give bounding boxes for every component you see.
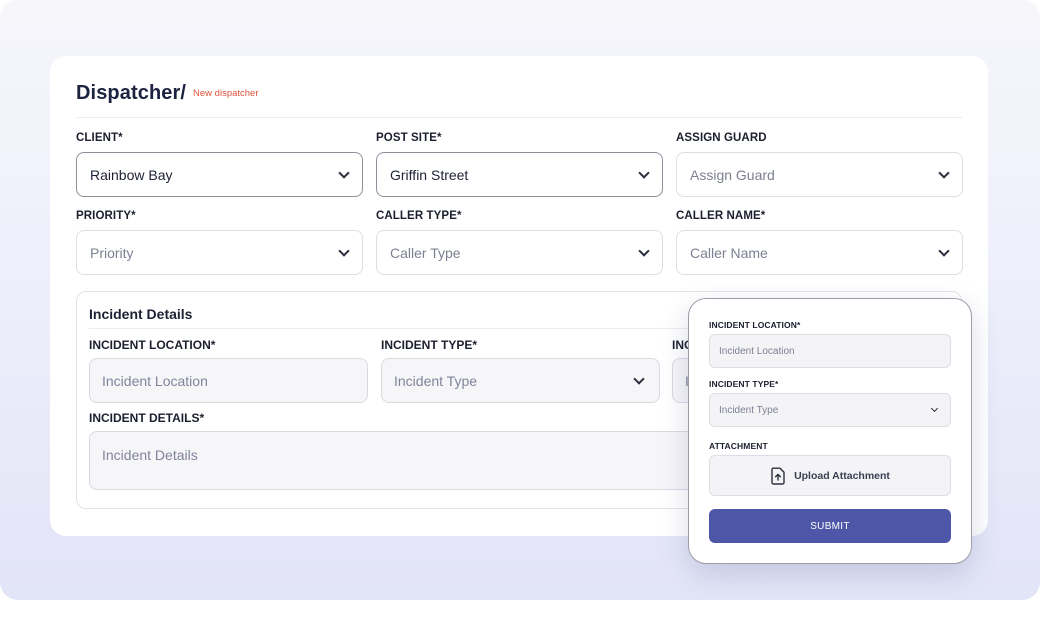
- caller-type-placeholder: Caller Type: [390, 244, 461, 261]
- incident-details-textarea[interactable]: Incident Details: [89, 431, 729, 490]
- incident-type-placeholder: Incident Type: [394, 372, 478, 389]
- page-heading: Dispatcher/ New dispatcher: [76, 82, 259, 105]
- page-title: Dispatcher/: [76, 82, 187, 104]
- popup-incident-type-label: INCIDENT TYPE*: [709, 379, 779, 389]
- incident-type-select[interactable]: Incident Type: [381, 358, 660, 403]
- upload-attachment-label: Upload Attachment: [794, 469, 890, 482]
- submit-button[interactable]: SUBMIT: [709, 509, 951, 543]
- file-upload-icon: [771, 467, 785, 485]
- incident-popup-form: INCIDENT LOCATION* Incident Location INC…: [688, 298, 972, 564]
- chevron-down-icon: [638, 244, 650, 257]
- incident-section-title: Incident Details: [89, 306, 193, 322]
- post-site-value: Griffin Street: [390, 166, 469, 183]
- client-select[interactable]: Rainbow Bay: [76, 152, 363, 197]
- submit-label: SUBMIT: [810, 520, 850, 532]
- post-site-label: POST SITE*: [376, 132, 442, 144]
- assign-guard-placeholder: Assign Guard: [690, 166, 775, 183]
- incident-type-label: INCIDENT TYPE*: [381, 338, 478, 352]
- client-value: Rainbow Bay: [90, 166, 173, 183]
- chevron-down-icon: [338, 244, 350, 257]
- priority-select[interactable]: Priority: [76, 230, 363, 275]
- priority-placeholder: Priority: [90, 244, 134, 261]
- caller-name-placeholder: Caller Name: [690, 244, 768, 261]
- caller-type-label: CALLER TYPE*: [376, 210, 462, 222]
- incident-details-label: INCIDENT DETAILS*: [89, 411, 205, 425]
- chevron-down-icon: [930, 404, 939, 413]
- caller-type-select[interactable]: Caller Type: [376, 230, 663, 275]
- header-divider: [76, 117, 962, 118]
- popup-incident-type-placeholder: Incident Type: [719, 404, 779, 416]
- caller-name-select[interactable]: Caller Name: [676, 230, 963, 275]
- popup-incident-location-label: INCIDENT LOCATION*: [709, 320, 801, 330]
- incident-location-label: INCIDENT LOCATION*: [89, 338, 216, 352]
- post-site-select[interactable]: Griffin Street: [376, 152, 663, 197]
- chevron-down-icon: [938, 244, 950, 257]
- popup-incident-location-placeholder: Incident Location: [719, 345, 795, 357]
- popup-incident-location-input[interactable]: Incident Location: [709, 334, 951, 368]
- priority-label: PRIORITY*: [76, 210, 136, 222]
- caller-name-label: CALLER NAME*: [676, 210, 766, 222]
- chevron-down-icon: [638, 166, 650, 179]
- popup-incident-type-select[interactable]: Incident Type: [709, 393, 951, 427]
- incident-location-placeholder: Incident Location: [102, 372, 208, 389]
- popup-attachment-label: ATTACHMENT: [709, 441, 768, 451]
- chevron-down-icon: [938, 166, 950, 179]
- breadcrumb[interactable]: New dispatcher: [193, 88, 258, 99]
- incident-details-placeholder: Incident Details: [102, 447, 198, 463]
- assign-guard-select[interactable]: Assign Guard: [676, 152, 963, 197]
- chevron-down-icon: [338, 166, 350, 179]
- chevron-down-icon: [633, 372, 645, 385]
- incident-location-input[interactable]: Incident Location: [89, 358, 368, 403]
- client-label: CLIENT*: [76, 132, 123, 144]
- upload-attachment-button[interactable]: Upload Attachment: [709, 455, 951, 496]
- assign-guard-label: ASSIGN GUARD: [676, 132, 767, 144]
